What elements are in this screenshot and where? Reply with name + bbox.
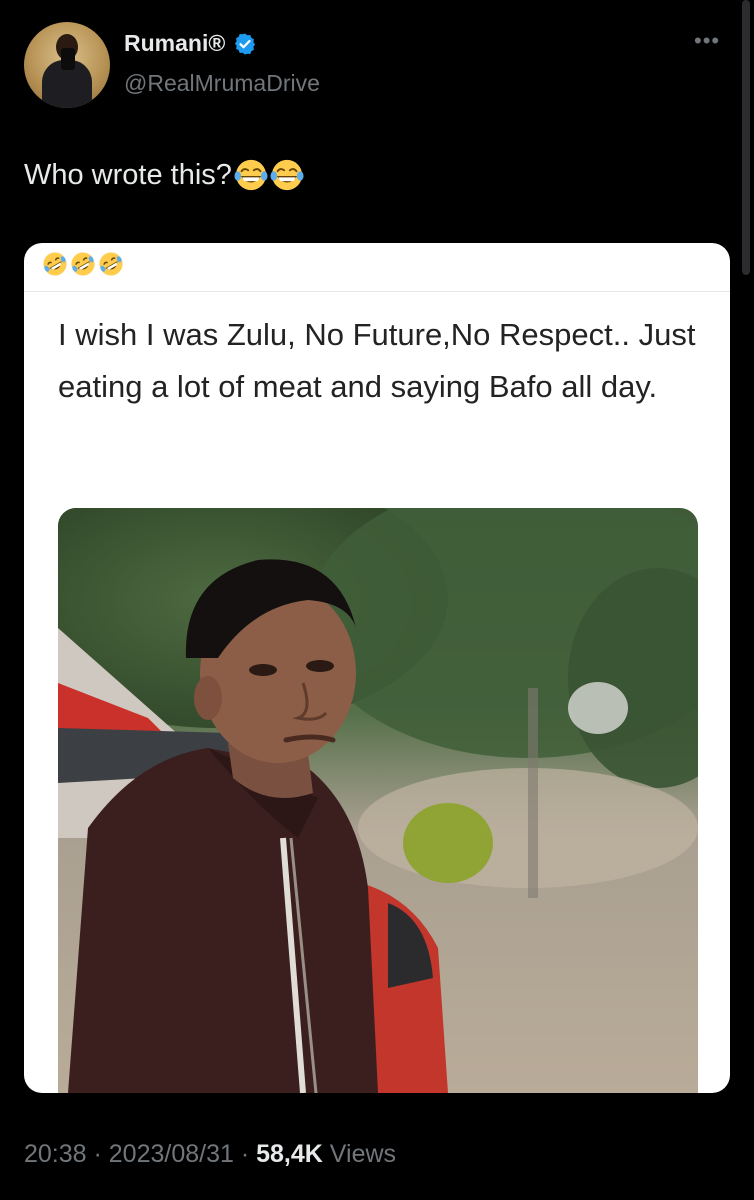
views-count[interactable]: 58,4K [256, 1140, 323, 1168]
card-header-emojis [42, 251, 124, 277]
quoted-text: I wish I was Zulu, No Future,No Respect.… [58, 317, 696, 404]
meta-separator: · [233, 1140, 257, 1168]
laughing-tears-emoji-icon [234, 159, 268, 191]
tweet-text: Who wrote this? [24, 158, 304, 192]
avatar-phone [61, 48, 75, 70]
tweet-time[interactable]: 20:38 [24, 1140, 87, 1168]
tweet-date[interactable]: 2023/08/31 [109, 1140, 234, 1168]
card-divider [24, 291, 730, 292]
tweet-text-content: Who wrote this? [24, 158, 232, 191]
tweet-meta: 20:38 · 2023/08/31 · 58,4K Views [24, 1140, 396, 1169]
rofl-emoji-icon [43, 252, 67, 276]
verified-badge-icon [235, 33, 256, 54]
rofl-emoji-icon [71, 252, 95, 276]
author-avatar[interactable] [24, 22, 110, 108]
more-icon[interactable]: ••• [694, 30, 720, 52]
laughing-tears-emoji-icon [270, 159, 304, 191]
rofl-emoji-icon [99, 252, 123, 276]
author-display-name[interactable]: Rumani® [124, 30, 257, 57]
tweet-media-card[interactable]: I wish I was Zulu, No Future,No Respect.… [24, 243, 730, 1093]
scrollbar[interactable] [742, 0, 750, 275]
photo-illustration [58, 508, 698, 1093]
person-photo[interactable] [58, 508, 698, 1093]
display-name-text: Rumani® [124, 30, 226, 56]
meta-separator: · [86, 1140, 109, 1168]
views-label: Views [322, 1140, 397, 1168]
author-handle[interactable]: @RealMrumaDrive [124, 70, 320, 97]
